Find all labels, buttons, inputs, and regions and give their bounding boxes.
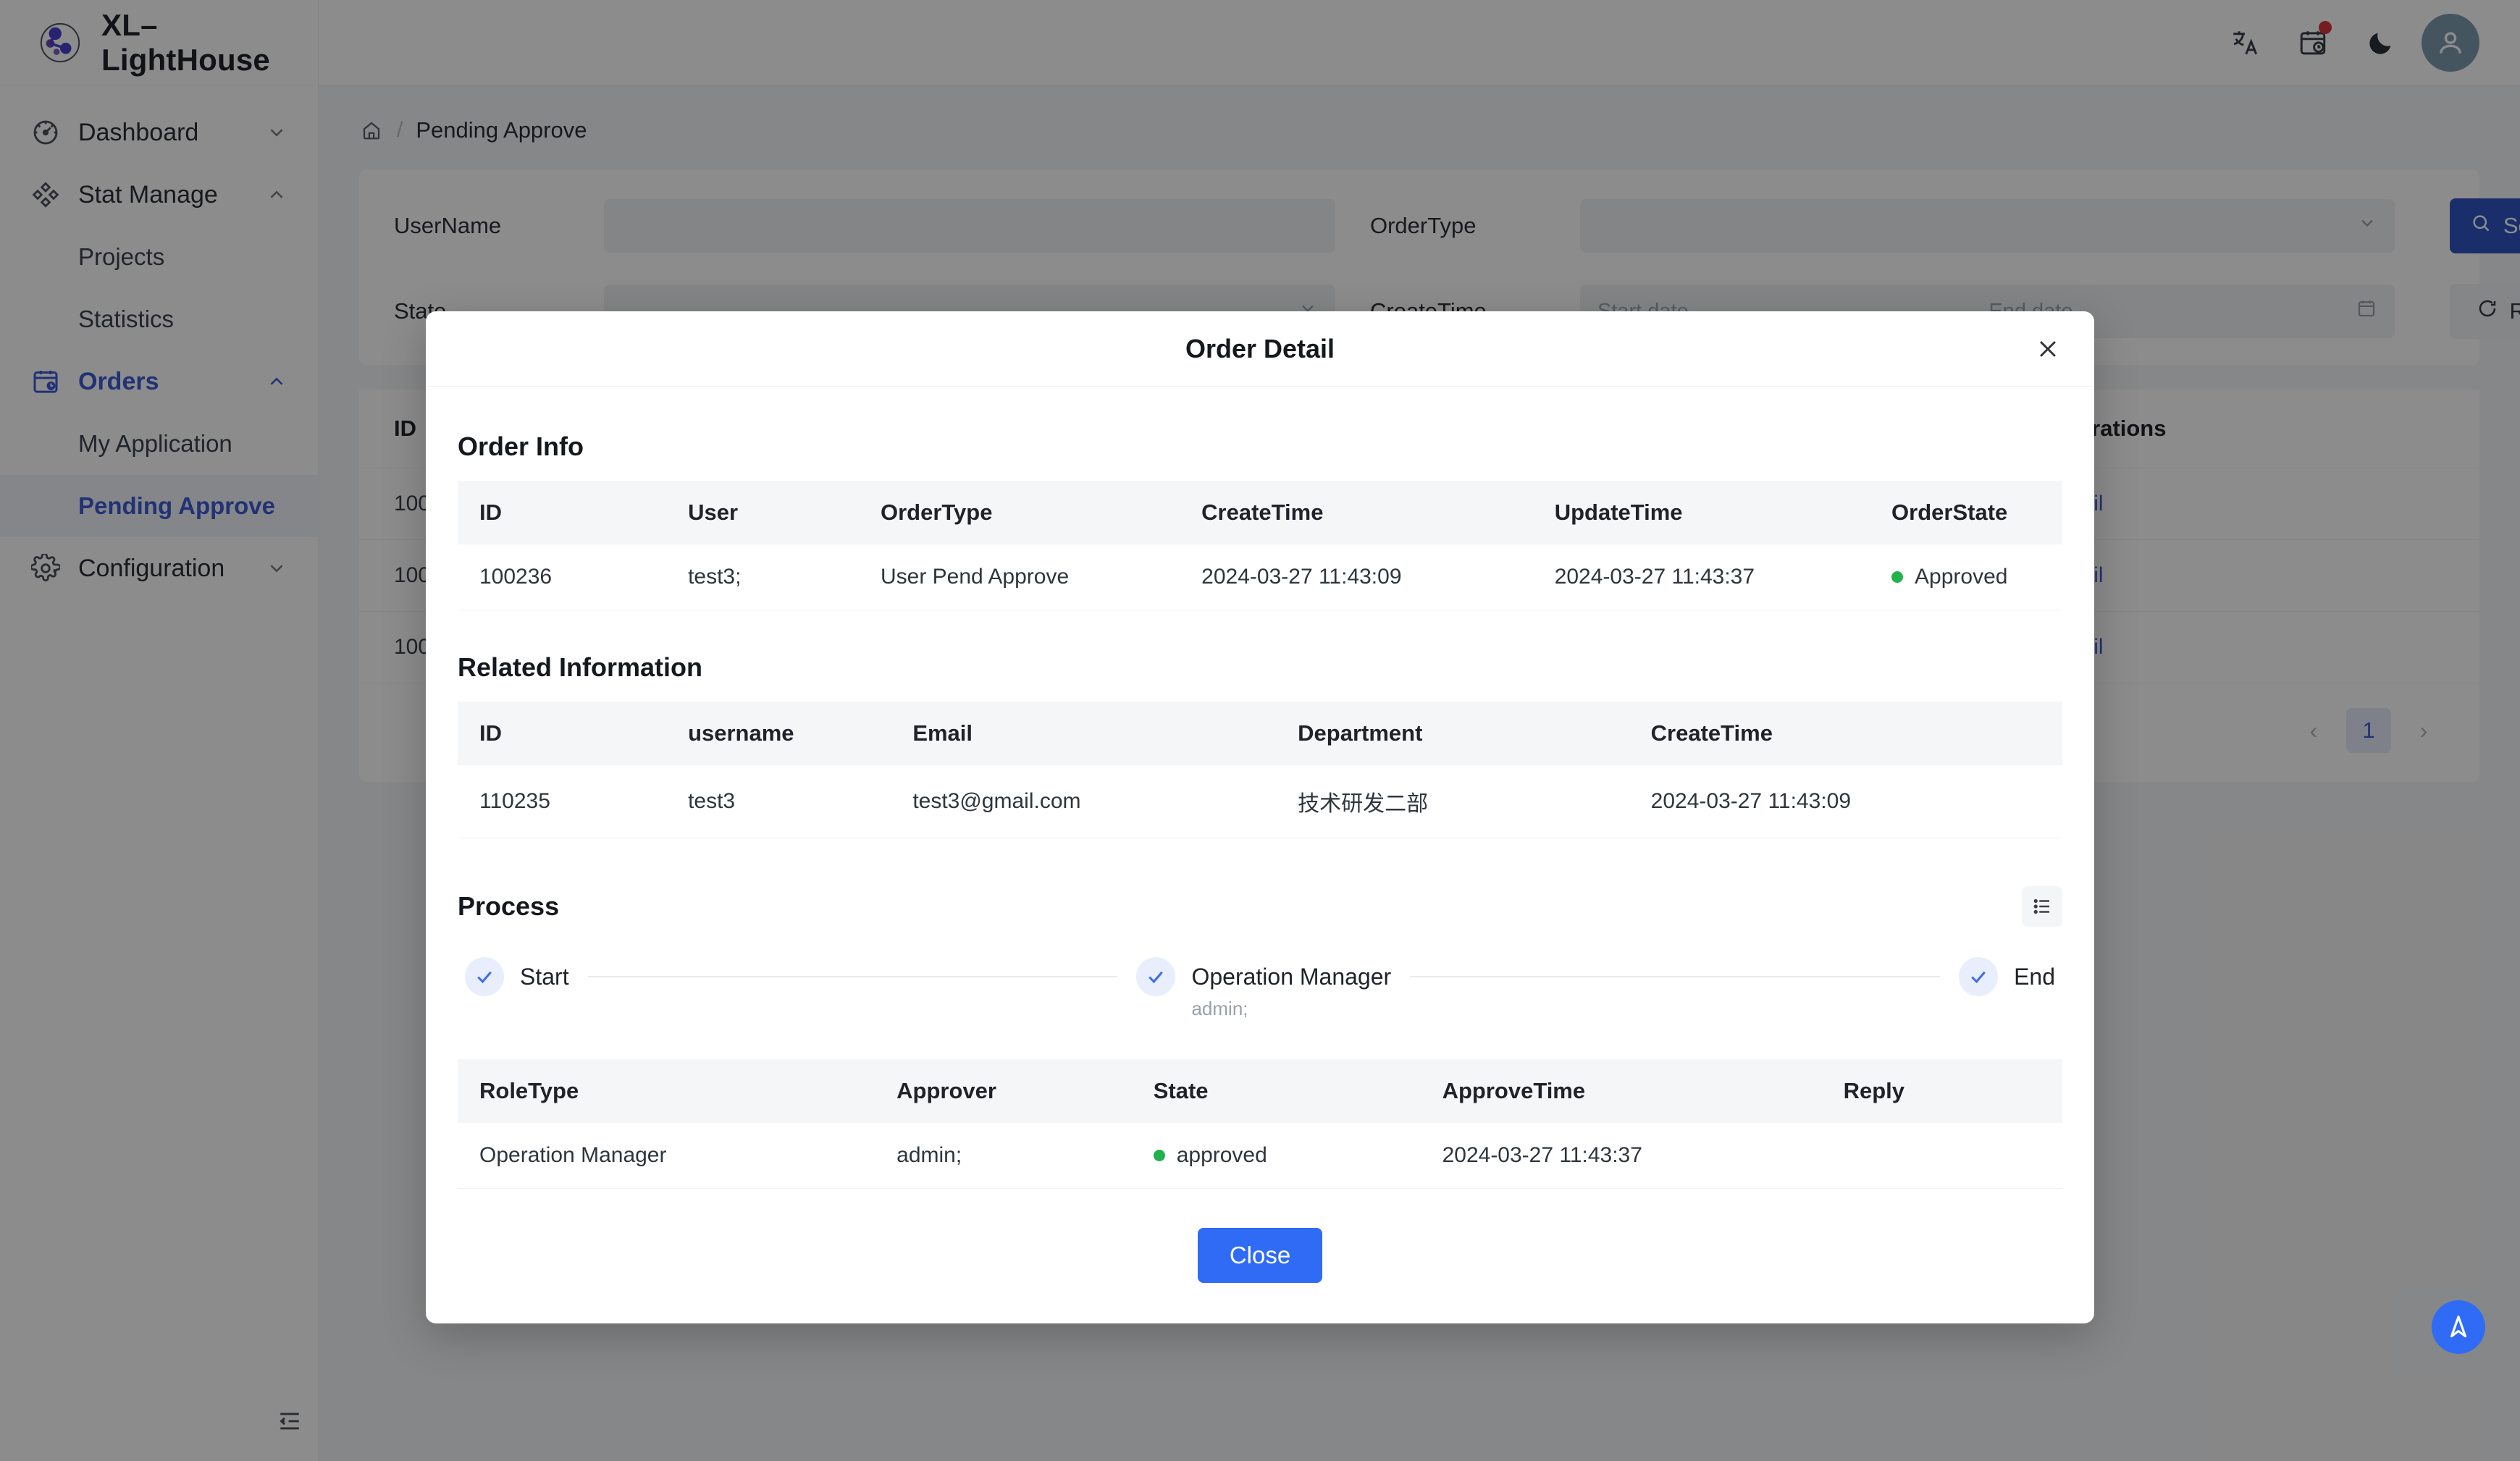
column-header-reply: Reply — [1821, 1059, 2062, 1123]
cell-state: approved — [1131, 1123, 1421, 1189]
list-view-icon[interactable] — [2022, 886, 2062, 927]
status-dot — [1153, 1150, 1165, 1161]
cell-ordertype: User Pend Approve — [858, 544, 1180, 610]
cell-id: 110235 — [458, 765, 667, 838]
process-step-operation-manager: Operation Manager admin; — [1136, 957, 1391, 1020]
table-header-row: ID User OrderType CreateTime UpdateTime … — [458, 481, 2062, 544]
modal-header: Order Detail — [426, 311, 2094, 387]
table-row: 110235 test3 test3@gmail.com 技术研发二部 2024… — [458, 765, 2062, 838]
check-icon — [1959, 957, 1999, 996]
cell-id: 100236 — [458, 544, 667, 610]
modal-footer: Close — [426, 1189, 2094, 1323]
process-title: Process — [458, 891, 560, 921]
cell-createtime: 2024-03-27 11:43:09 — [1180, 544, 1533, 610]
cell-createtime: 2024-03-27 11:43:09 — [1629, 765, 2062, 838]
process-title-row: Process — [458, 886, 2062, 927]
order-detail-modal: Order Detail Order Info ID User OrderTyp… — [426, 311, 2094, 1323]
column-header-createtime: CreateTime — [1629, 702, 2062, 765]
cell-user: test3; — [666, 544, 859, 610]
process-table: RoleType Approver State ApproveTime Repl… — [458, 1059, 2062, 1189]
process-steps: Start Operation Manager admin; End — [458, 946, 2062, 1027]
table-row: 100236 test3; User Pend Approve 2024-03-… — [458, 544, 2062, 610]
column-header-id: ID — [458, 481, 667, 544]
cell-orderstate: Approved — [1870, 544, 2062, 610]
related-info-table: ID username Email Department CreateTime … — [458, 702, 2062, 838]
column-header-orderstate: OrderState — [1870, 481, 2062, 544]
column-header-approver: Approver — [875, 1059, 1132, 1123]
navigation-arrow-icon[interactable] — [2432, 1300, 2485, 1354]
process-step-label: Operation Manager — [1191, 964, 1392, 990]
process-step-end: End — [1959, 957, 2055, 996]
column-header-user: User — [666, 481, 859, 544]
cell-updatetime: 2024-03-27 11:43:37 — [1532, 544, 1870, 610]
order-info-title: Order Info — [458, 431, 584, 461]
column-header-username: username — [666, 702, 891, 765]
column-header-department: Department — [1276, 702, 1629, 765]
close-icon[interactable] — [2028, 329, 2068, 369]
column-header-roletype: RoleType — [458, 1059, 875, 1123]
column-header-state: State — [1131, 1059, 1421, 1123]
status-badge: approved — [1176, 1143, 1267, 1167]
status-badge: Approved — [1915, 565, 2008, 589]
cell-reply — [1821, 1123, 2062, 1189]
cell-email: test3@gmail.com — [891, 765, 1277, 838]
table-header-row: RoleType Approver State ApproveTime Repl… — [458, 1059, 2062, 1123]
column-header-id: ID — [458, 702, 667, 765]
cell-username: test3 — [666, 765, 891, 838]
modal-title: Order Detail — [1185, 333, 1335, 363]
status-dot — [1891, 571, 1904, 583]
cell-approver: admin; — [875, 1123, 1132, 1189]
column-header-email: Email — [891, 702, 1277, 765]
modal-body: Order Info ID User OrderType CreateTime … — [426, 387, 2094, 1189]
process-step-connector — [587, 976, 1118, 977]
column-header-createtime: CreateTime — [1180, 481, 1533, 544]
column-header-ordertype: OrderType — [858, 481, 1180, 544]
app-root: XL–LightHouse Dashboard Stat Manage Proj… — [0, 0, 2520, 1461]
process-step-connector — [1410, 976, 1941, 977]
order-info-table: ID User OrderType CreateTime UpdateTime … — [458, 481, 2062, 610]
table-header-row: ID username Email Department CreateTime — [458, 702, 2062, 765]
column-header-approvetime: ApproveTime — [1420, 1059, 1822, 1123]
cell-department: 技术研发二部 — [1276, 765, 1629, 838]
close-button[interactable]: Close — [1197, 1228, 1323, 1283]
process-step-label: End — [2014, 964, 2056, 990]
related-info-title: Related Information — [458, 652, 703, 682]
process-step-sublabel: admin; — [1191, 998, 1248, 1019]
process-step-start: Start — [465, 957, 569, 996]
check-icon — [465, 957, 504, 996]
column-header-updatetime: UpdateTime — [1532, 481, 1870, 544]
cell-roletype: Operation Manager — [458, 1123, 875, 1189]
process-step-label: Start — [520, 964, 569, 990]
table-row: Operation Manager admin; approved 2024-0… — [458, 1123, 2062, 1189]
cell-approvetime: 2024-03-27 11:43:37 — [1420, 1123, 1822, 1189]
check-icon — [1136, 957, 1176, 996]
